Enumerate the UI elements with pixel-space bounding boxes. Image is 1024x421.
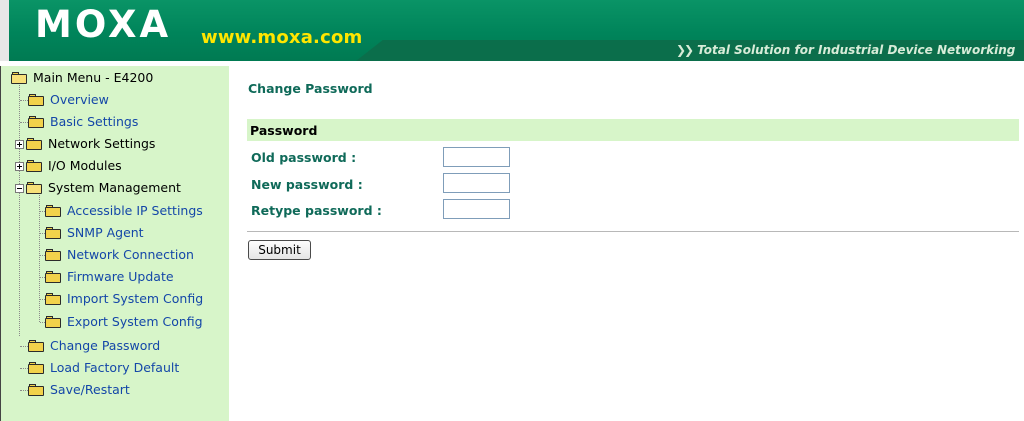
folder-icon — [45, 316, 62, 328]
divider — [247, 231, 1019, 232]
folder-icon — [28, 94, 45, 106]
moxa-logo: MOXA — [35, 3, 172, 46]
folder-icon — [28, 384, 45, 396]
sidebar-root[interactable]: Main Menu - E4200 — [11, 68, 153, 88]
folder-icon — [45, 227, 62, 239]
sidebar-item-network-settings[interactable]: Network Settings — [15, 134, 155, 154]
tree-line — [20, 390, 28, 391]
folder-icon — [45, 293, 62, 305]
folder-icon — [45, 205, 62, 217]
header-banner: MOXA www.moxa.com ❯❯ Total Solution for I… — [0, 0, 1024, 61]
section-title: Password — [250, 123, 318, 138]
site-url: www.moxa.com — [201, 27, 363, 48]
folder-icon — [45, 271, 62, 283]
tagline: ❯❯ Total Solution for Industrial Device N… — [676, 43, 1015, 57]
sidebar-item-snmp-agent[interactable]: SNMP Agent — [45, 223, 144, 243]
sidebar-item-io-modules[interactable]: I/O Modules — [15, 156, 122, 176]
sidebar-item-network-connection[interactable]: Network Connection — [45, 245, 194, 265]
expand-plus-icon[interactable] — [15, 139, 24, 149]
header-left-edge — [0, 0, 9, 61]
sidebar-item-export-config[interactable]: Export System Config — [45, 312, 203, 332]
chevrons-right-icon: ❯❯ — [676, 43, 694, 57]
tree-line — [20, 346, 28, 347]
retype-password-label: Retype password : — [251, 203, 382, 218]
sidebar-item-save-restart[interactable]: Save/Restart — [28, 380, 130, 400]
folder-open-icon — [26, 182, 43, 194]
tree-line — [20, 122, 28, 123]
page-title: Change Password — [248, 81, 373, 96]
folder-open-icon — [11, 72, 28, 84]
sidebar-item-import-config[interactable]: Import System Config — [45, 289, 203, 309]
folder-icon — [28, 362, 45, 374]
tree-line — [39, 190, 40, 322]
folder-icon — [26, 160, 43, 172]
sidebar-item-accessible-ip[interactable]: Accessible IP Settings — [45, 201, 203, 221]
sidebar-item-load-factory-default[interactable]: Load Factory Default — [28, 358, 179, 378]
tree-line — [20, 100, 28, 101]
new-password-field[interactable] — [443, 173, 510, 193]
retype-password-field[interactable] — [443, 199, 510, 219]
tree-line — [20, 368, 28, 369]
sidebar-item-overview[interactable]: Overview — [28, 90, 109, 110]
section-header: Password — [247, 119, 1019, 141]
folder-icon — [45, 249, 62, 261]
sidebar-item-basic-settings[interactable]: Basic Settings — [28, 112, 138, 132]
expand-plus-icon[interactable] — [15, 161, 24, 171]
tagline-text: Total Solution for Industrial Device Net… — [697, 43, 1016, 57]
sidebar-item-change-password[interactable]: Change Password — [28, 336, 160, 356]
sidebar-menu: Main Menu - E4200 Overview Basic Setting… — [0, 66, 229, 421]
folder-icon — [28, 340, 45, 352]
tree-line — [19, 78, 20, 336]
sidebar-item-firmware-update[interactable]: Firmware Update — [45, 267, 174, 287]
folder-icon — [28, 116, 45, 128]
collapse-minus-icon[interactable] — [15, 183, 24, 193]
old-password-field[interactable] — [443, 147, 510, 167]
old-password-label: Old password : — [251, 150, 357, 165]
new-password-label: New password : — [251, 177, 363, 192]
folder-icon — [26, 138, 43, 150]
sidebar-item-system-management[interactable]: System Management — [15, 178, 181, 198]
submit-button[interactable]: Submit — [248, 240, 311, 260]
